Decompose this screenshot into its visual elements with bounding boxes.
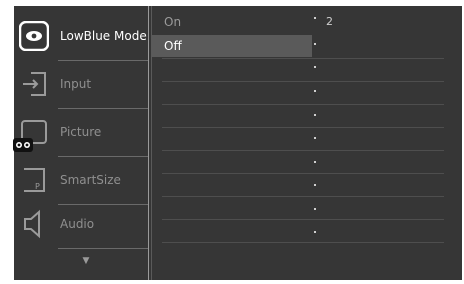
sidebar-item-picture[interactable]: Picture [14, 108, 149, 156]
dot-marker [314, 43, 316, 45]
osd-menu: LowBlue Mode Input Picture P SmartSize A… [14, 6, 462, 280]
submenu: On Off [152, 6, 444, 280]
svg-text:P: P [35, 182, 40, 191]
value-column: 2 [312, 6, 462, 280]
dot-marker [314, 184, 316, 186]
dot-marker [314, 66, 316, 68]
divider [148, 6, 149, 280]
sidebar-item-input[interactable]: Input [14, 60, 149, 108]
dot-marker [314, 17, 316, 19]
dot-marker [314, 114, 316, 116]
input-icon [19, 69, 49, 99]
dot-marker [314, 208, 316, 210]
sidebar-item-label: SmartSize [60, 173, 121, 187]
sidebar-item-lowblue-mode[interactable]: LowBlue Mode [14, 12, 149, 60]
sidebar-item-audio[interactable]: Audio [14, 200, 149, 248]
sidebar-item-label: Audio [60, 217, 95, 231]
sidebar: LowBlue Mode Input Picture P SmartSize A… [14, 6, 149, 280]
dot-marker [314, 161, 316, 163]
option-off[interactable]: Off [152, 35, 312, 57]
option-on[interactable]: On [152, 11, 312, 33]
dot-marker [314, 231, 316, 233]
sidebar-item-label: Picture [60, 125, 102, 139]
setting-value: 2 [326, 15, 333, 28]
badge-icon [12, 134, 34, 156]
dot-marker [314, 137, 316, 139]
sidebar-item-label: Input [60, 77, 92, 91]
smartsize-icon: P [19, 165, 49, 195]
divider [58, 248, 148, 249]
speaker-icon [19, 209, 49, 239]
dot-marker [314, 90, 316, 92]
eye-icon [18, 20, 50, 52]
option-label: Off [164, 39, 182, 53]
sidebar-item-smartsize[interactable]: P SmartSize [14, 156, 149, 204]
option-label: On [164, 15, 182, 29]
sidebar-item-label: LowBlue Mode [60, 29, 147, 43]
chevron-down-icon[interactable]: ▼ [81, 256, 91, 266]
